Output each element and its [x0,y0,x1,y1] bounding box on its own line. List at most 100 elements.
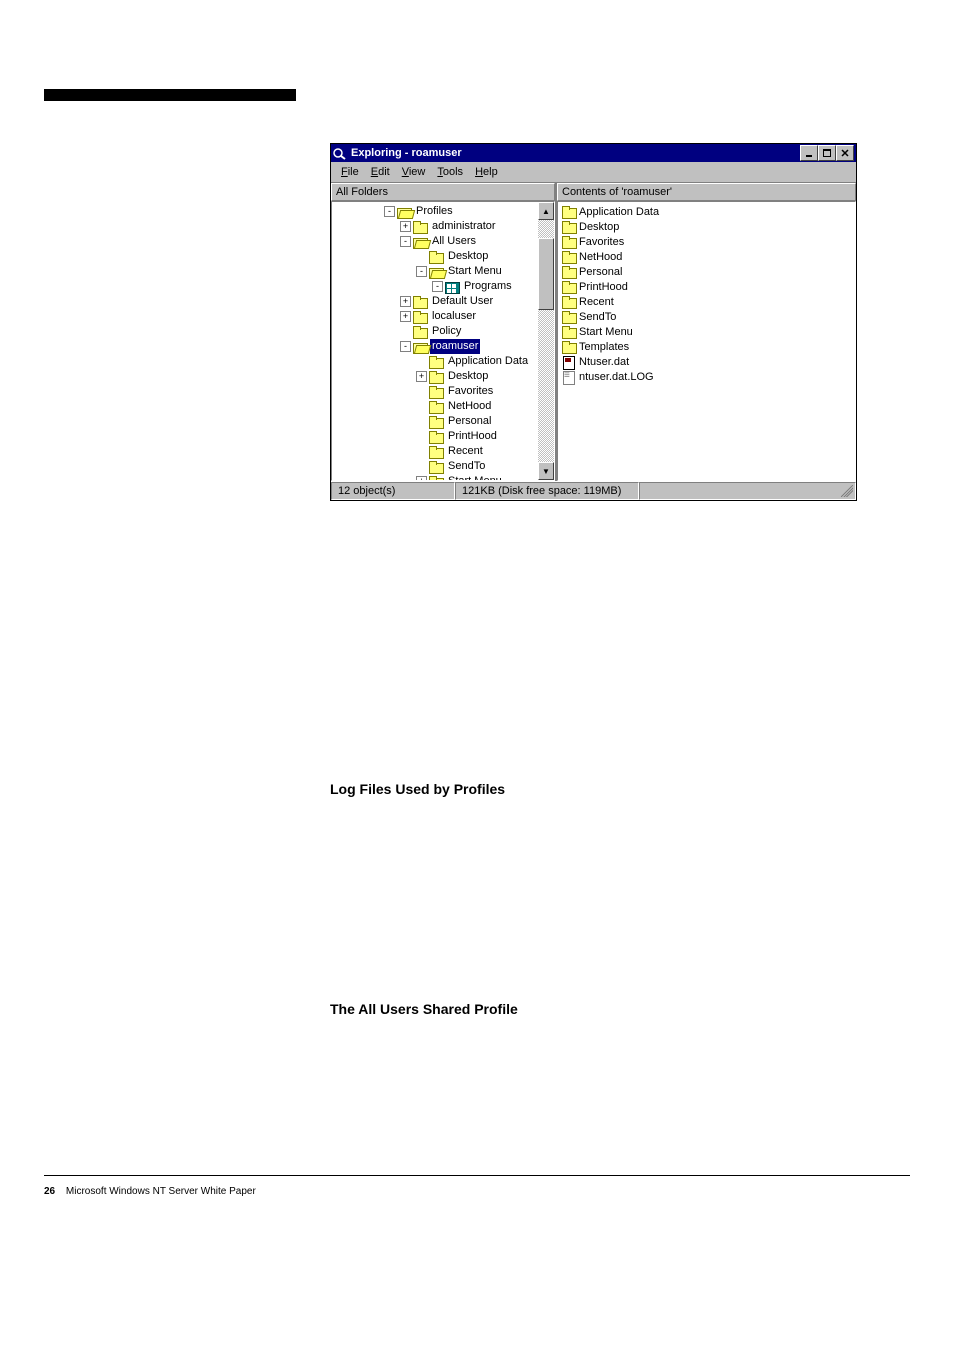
list-item[interactable]: Ntuser.dat [562,354,851,369]
list-item-label: Desktop [579,221,619,233]
tree-item[interactable]: + administrator [336,219,554,234]
tree-item-label: NetHood [446,399,493,414]
menu-file[interactable]: File [335,164,365,180]
list-item[interactable]: ntuser.dat.LOG [562,369,851,384]
tree-scrollbar[interactable]: ▲ ▼ [538,202,554,480]
expand-icon[interactable]: + [400,221,411,232]
collapse-icon[interactable]: - [384,206,395,217]
list-item-label: Ntuser.dat [579,356,629,368]
tree-item-label: Personal [446,414,493,429]
open-folder-icon [429,266,443,278]
tree-item[interactable]: NetHood [336,399,554,414]
tree-item[interactable]: Recent [336,444,554,459]
folder-icon [562,236,576,248]
window-title: Exploring - roamuser [351,147,800,159]
folder-icon [429,461,443,473]
minimize-button[interactable] [800,145,818,161]
folder-icon [562,341,576,353]
list-item-label: Personal [579,266,622,278]
expand-icon[interactable]: + [416,476,427,481]
menu-help[interactable]: Help [469,164,504,180]
dat-file-icon [562,356,576,368]
tree-item-label: localuser [430,309,478,324]
tree-item-label: SendTo [446,459,487,474]
tree-item-label: Favorites [446,384,495,399]
expand-icon[interactable]: + [400,296,411,307]
folder-icon [562,281,576,293]
expand-icon[interactable]: + [400,311,411,322]
expand-icon[interactable]: + [416,371,427,382]
tree-item-label: administrator [430,219,498,234]
footer-title: Microsoft Windows NT Server White Paper [66,1186,256,1197]
tree-item[interactable]: Application Data [336,354,554,369]
scroll-up-button[interactable]: ▲ [538,202,554,220]
list-item-label: Recent [579,296,614,308]
folder-icon [429,401,443,413]
page-number: 26 [44,1186,55,1197]
folder-icon [562,221,576,233]
folder-icon [562,326,576,338]
folder-icon [413,221,427,233]
tree-item-label: roamuser [430,339,480,354]
tree-item[interactable]: - roamuser [336,339,554,354]
resize-grip-icon[interactable] [841,485,853,497]
list-item-label: NetHood [579,251,622,263]
app-icon [333,146,347,160]
list-item[interactable]: Recent [562,294,851,309]
tree-item[interactable]: - Profiles [336,204,554,219]
collapse-icon[interactable]: - [400,236,411,247]
tree-item[interactable]: Policy [336,324,554,339]
close-button[interactable] [836,145,854,161]
list-item-label: Start Menu [579,326,633,338]
tree-item[interactable]: Favorites [336,384,554,399]
tree-item[interactable]: -All Users [336,234,554,249]
list-item-label: Templates [579,341,629,353]
folder-icon [429,386,443,398]
folder-icon [429,446,443,458]
titlebar[interactable]: Exploring - roamuser [331,144,856,162]
tree-item-label: Recent [446,444,485,459]
list-item[interactable]: SendTo [562,309,851,324]
list-item[interactable]: Start Menu [562,324,851,339]
tree-item-label: Profiles [414,204,455,219]
file-list[interactable]: Application Data DesktopFavorites NetHood P… [557,201,856,481]
list-item-label: SendTo [579,311,616,323]
folder-icon [429,251,443,263]
folder-icon [413,326,427,338]
folder-icon [429,371,443,383]
folder-icon [429,431,443,443]
tree-item[interactable]: PrintHood [336,429,554,444]
scroll-thumb[interactable] [538,238,554,310]
tree-item[interactable]: Desktop [336,249,554,264]
tree-item[interactable]: SendTo [336,459,554,474]
list-item[interactable]: Personal [562,264,851,279]
collapse-icon[interactable]: - [400,341,411,352]
collapse-icon[interactable]: - [432,281,443,292]
menu-edit[interactable]: Edit [365,164,396,180]
list-item[interactable]: PrintHood [562,279,851,294]
menubar: File Edit View Tools Help [331,162,856,182]
menu-tools[interactable]: Tools [431,164,469,180]
tree-item[interactable]: -Programs [336,279,554,294]
tree-item[interactable]: +Desktop [336,369,554,384]
maximize-button[interactable] [818,145,836,161]
list-item[interactable]: Desktop [562,219,851,234]
tree-item-label: Policy [430,324,463,339]
menu-view[interactable]: View [396,164,432,180]
tree-item[interactable]: +Default User [336,294,554,309]
collapse-icon[interactable]: - [416,266,427,277]
left-pane-header: All Folders [331,183,555,201]
folder-tree[interactable]: -Profiles+administrator-All UsersDesktop… [331,201,555,481]
tree-item-label: PrintHood [446,429,499,444]
status-bar: 12 object(s) 121KB (Disk free space: 119… [331,481,856,500]
tree-item[interactable]: -Start Menu [336,264,554,279]
list-item[interactable]: Favorites [562,234,851,249]
list-item-label: Application Data [579,206,659,218]
tree-item[interactable]: +Start Menu [336,474,554,481]
tree-item[interactable]: + localuser [336,309,554,324]
list-item[interactable]: Application Data [562,204,851,219]
scroll-down-button[interactable]: ▼ [538,462,554,480]
list-item[interactable]: NetHood [562,249,851,264]
list-item[interactable]: Templates [562,339,851,354]
tree-item[interactable]: Personal [336,414,554,429]
